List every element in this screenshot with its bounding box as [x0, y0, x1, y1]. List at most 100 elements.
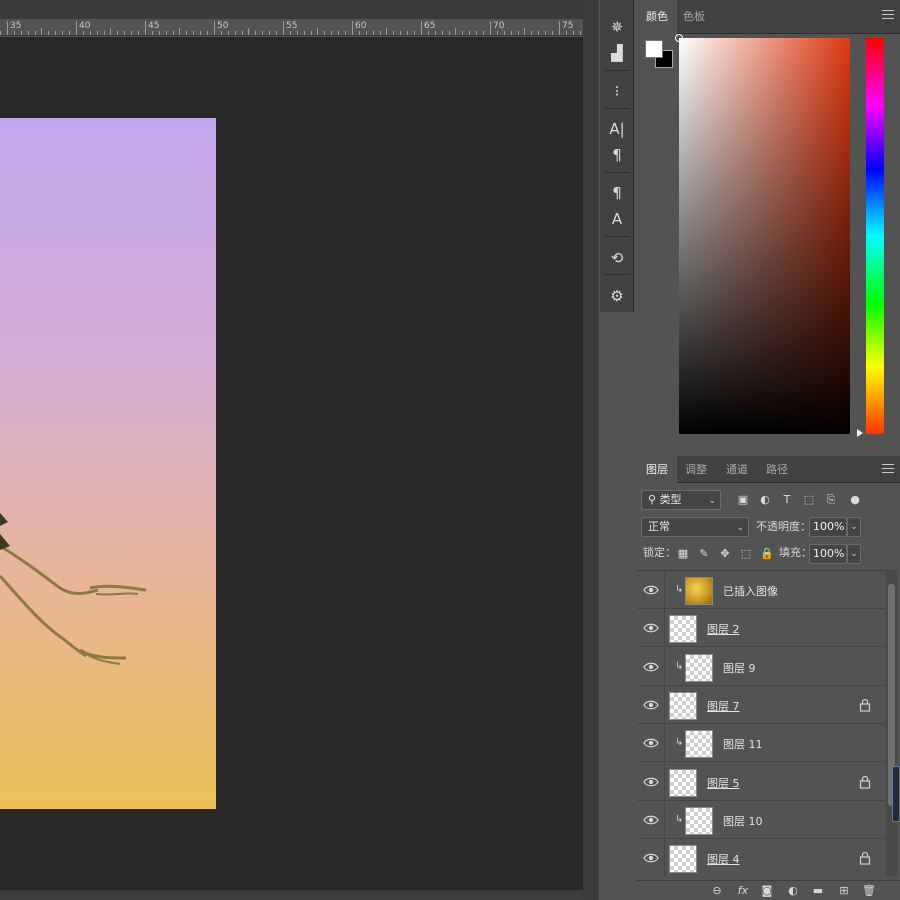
ruler-tick [552, 31, 553, 35]
opacity-field[interactable]: 100% [809, 517, 847, 537]
brush-settings-icon[interactable]: ⁝ [605, 80, 629, 102]
layer-row[interactable]: 图层 2 [637, 609, 885, 648]
layer-row[interactable]: ↳ 已插入图像 [637, 571, 885, 609]
layer-thumbnail[interactable] [685, 577, 713, 605]
horizontal-ruler[interactable]: 35 40 45 50 55 60 65 70 75 [0, 19, 583, 36]
tab-adjustments[interactable]: 调整 [676, 456, 716, 483]
pixel-layer-filter-icon[interactable]: ▣ [735, 492, 751, 508]
color-picker-cursor[interactable] [675, 34, 683, 42]
link-layers-icon[interactable]: ⊖ [709, 883, 725, 899]
layer-name[interactable]: 图层 10 [723, 813, 763, 829]
character-icon[interactable]: A| [605, 118, 629, 140]
blend-mode-select[interactable]: 正常 ⌄ [641, 517, 749, 537]
ruler-tick [476, 31, 478, 35]
ruler-tick [358, 31, 360, 35]
layer-thumbnail[interactable] [669, 768, 697, 797]
ruler-tick [372, 31, 374, 35]
layer-mask-icon[interactable]: ◙ [759, 883, 775, 899]
layer-thumbnail[interactable] [669, 691, 697, 720]
blend-opacity-row: 正常 ⌄ 不透明度： 100% ⌄ [641, 517, 896, 539]
ruler-tick [89, 31, 91, 35]
ruler-tick [338, 31, 340, 35]
ruler-tick [227, 31, 229, 35]
layer-thumbnail[interactable] [669, 615, 697, 644]
eye-visibility-icon[interactable] [643, 584, 659, 596]
tab-swatches[interactable]: 色板 [674, 0, 714, 34]
eye-visibility-icon[interactable] [643, 622, 659, 634]
layer-thumbnail[interactable] [685, 653, 713, 682]
layer-thumbnail[interactable] [685, 806, 713, 835]
fill-field[interactable]: 100% [809, 544, 847, 564]
eye-visibility-icon[interactable] [643, 661, 659, 673]
layer-thumbnail[interactable] [669, 845, 697, 874]
eye-visibility-icon[interactable] [643, 699, 659, 711]
hue-slider[interactable] [866, 38, 884, 434]
eye-visibility-icon[interactable] [643, 814, 659, 826]
navigator-wheel-icon[interactable]: ✵ [605, 16, 629, 38]
smart-object-filter-icon[interactable]: ⎘ [823, 492, 839, 508]
visibility-column-divider [664, 647, 665, 686]
filter-toggle-icon[interactable]: ● [847, 492, 863, 508]
saturation-brightness-field[interactable] [675, 34, 850, 434]
layer-name[interactable]: 图层 7 [707, 698, 740, 714]
dock-collapse-handle[interactable] [892, 766, 900, 822]
layer-name[interactable]: 已插入图像 [723, 583, 778, 599]
properties-icon[interactable]: ⚙ [605, 285, 629, 307]
layers-scrollbar[interactable] [886, 570, 897, 876]
layer-row[interactable]: ↳ 图层 10 [637, 800, 885, 839]
clone-source-icon[interactable]: ⟲ [605, 247, 629, 269]
layer-thumbnail[interactable] [685, 730, 713, 759]
opacity-label: 不透明度： [756, 520, 811, 533]
layer-row[interactable]: ↳ 图层 11 [637, 724, 885, 763]
layer-name[interactable]: 图层 4 [707, 851, 740, 867]
layer-list[interactable]: ↳ 已插入图像图层 2 ↳ 图层 9 图层 7 ↳ 图层 11 图层 5 ↳ 图层 10 图层 4 [637, 570, 885, 876]
tab-paths[interactable]: 路径 [757, 456, 797, 483]
tab-channels[interactable]: 通道 [717, 456, 757, 483]
adjustment-layer-icon[interactable]: ◐ [785, 883, 801, 899]
eye-visibility-icon[interactable] [643, 737, 659, 749]
layer-name[interactable]: 图层 9 [723, 660, 756, 676]
character-styles-icon[interactable]: A [605, 208, 629, 230]
filter-kind-select[interactable]: ⚲ 类型 ⌄ [641, 490, 721, 510]
histogram-icon[interactable]: ▟ [605, 42, 629, 64]
shape-layer-filter-icon[interactable]: ⬚ [801, 492, 817, 508]
ruler-tick [296, 31, 298, 35]
lock-transparent-pixels-icon[interactable]: ▦ [675, 546, 691, 562]
adjustment-layer-filter-icon[interactable]: ◐ [757, 492, 773, 508]
paragraph-styles-icon[interactable]: ¶ [605, 182, 629, 204]
group-folder-icon[interactable]: ▬ [810, 883, 826, 899]
color-panel-menu-icon[interactable] [882, 10, 894, 20]
delete-icon[interactable]: 🗑 [861, 883, 877, 899]
eye-visibility-icon[interactable] [643, 776, 659, 788]
eye-visibility-icon[interactable] [643, 852, 659, 864]
layer-name[interactable]: 图层 5 [707, 775, 740, 791]
layer-name[interactable]: 图层 2 [707, 621, 740, 637]
foreground-background-swatches[interactable] [645, 40, 675, 70]
layer-row[interactable]: 图层 4 [637, 839, 885, 876]
lock-artboard-icon[interactable]: ⬚ [738, 546, 754, 562]
layer-row[interactable]: 图层 5 [637, 762, 885, 801]
artboard-gradient-image[interactable] [0, 118, 216, 809]
hue-slider-handle[interactable] [857, 429, 863, 437]
lock-all-icon[interactable]: 🔒 [759, 546, 775, 562]
foreground-color-swatch[interactable] [645, 40, 663, 58]
layers-panel-menu-icon[interactable] [882, 464, 894, 474]
tab-color[interactable]: 颜色 [637, 0, 677, 34]
opacity-slider-dropdown[interactable]: ⌄ [847, 517, 861, 537]
new-layer-icon[interactable]: ⊞ [836, 883, 852, 899]
layer-row[interactable]: 图层 7 [637, 685, 885, 724]
paragraph-icon[interactable]: ¶ [605, 144, 629, 166]
lock-image-pixels-icon[interactable]: ✎ [696, 546, 712, 562]
color-panel: 颜色 色板 [637, 0, 900, 452]
fx-icon[interactable]: fx [735, 883, 751, 899]
ruler-tick [131, 31, 133, 35]
ruler-tick [110, 28, 112, 35]
canvas-area[interactable] [0, 37, 583, 890]
lock-position-icon[interactable]: ✥ [717, 546, 733, 562]
layer-name[interactable]: 图层 11 [723, 736, 763, 752]
tab-layers[interactable]: 图层 [637, 456, 677, 483]
canvas-horizontal-scrollbar[interactable] [0, 890, 583, 900]
type-layer-filter-icon[interactable]: T [779, 492, 795, 508]
layer-row[interactable]: ↳ 图层 9 [637, 647, 885, 686]
fill-slider-dropdown[interactable]: ⌄ [847, 544, 861, 564]
